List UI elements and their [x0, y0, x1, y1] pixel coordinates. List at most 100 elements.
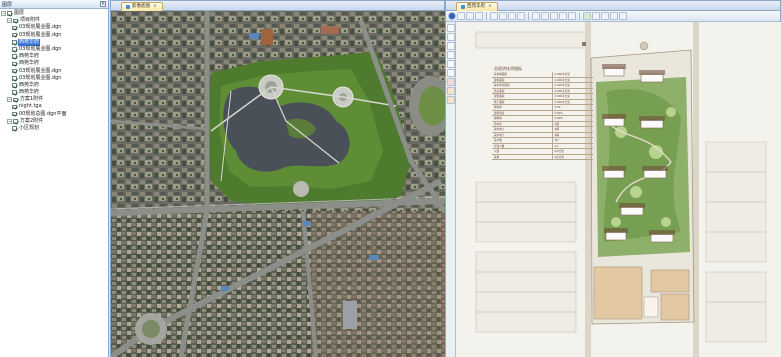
pointer-icon[interactable]	[446, 24, 455, 32]
tree-item[interactable]: 03规划展业图.dgn	[1, 75, 108, 82]
tab-imagery-label: 影像底图	[132, 4, 150, 9]
tree-item[interactable]: − 方案1附件	[1, 96, 108, 103]
zoom-in-icon[interactable]	[490, 12, 498, 20]
zoom-window-icon[interactable]	[508, 12, 516, 20]
tree-item[interactable]: 00规划总图.dgn平面	[1, 111, 108, 118]
indicator-name: 公建	[492, 149, 553, 154]
select-icon[interactable]	[550, 12, 558, 20]
tree-item[interactable]: 03规划展业图.dgn	[1, 24, 108, 31]
tree-item[interactable]: 西苑华府	[1, 60, 108, 67]
table-row: 其他 0平方米	[492, 154, 593, 160]
layer-checkbox[interactable]	[12, 25, 17, 31]
indicator-value: 0.00%	[554, 117, 563, 120]
toolbar-separator	[486, 12, 487, 20]
marker-icon[interactable]	[446, 87, 455, 95]
indicator-value: 0.00%	[554, 111, 563, 115]
tree-item[interactable]: 03规划展业图.dgn	[1, 68, 108, 75]
layer-checkbox[interactable]	[12, 68, 17, 74]
indicator-name: 容积率	[492, 105, 553, 110]
indicator-value: 0平方米	[554, 155, 565, 159]
save-icon[interactable]	[457, 12, 465, 20]
delete-icon[interactable]	[446, 78, 455, 86]
indicator-name: 其他	[492, 154, 553, 159]
plan-window: 西苑华府 × 总经济技术指标 总用地面积 0.000平方米 建筑面积 0.000…	[445, 0, 781, 357]
expander-icon[interactable]: −	[7, 97, 12, 103]
tree-item-label: 03规划展业图.dgn	[19, 24, 62, 31]
layer-checkbox[interactable]	[12, 104, 17, 110]
layer-checkbox[interactable]	[12, 61, 17, 67]
layer-checkbox[interactable]	[12, 32, 17, 38]
layer-checkbox[interactable]	[12, 54, 17, 59]
tree-item[interactable]: − 方案2附件	[1, 118, 108, 125]
toolbar-separator	[528, 12, 529, 20]
layer-checkbox[interactable]	[12, 76, 17, 81]
tree-item-label: night.tga	[19, 103, 42, 110]
tree-item[interactable]: − 图层	[1, 10, 108, 17]
flag-icon[interactable]	[446, 96, 455, 104]
full-extent-icon[interactable]	[517, 12, 525, 20]
layer-icon[interactable]	[568, 12, 576, 20]
text-icon[interactable]	[446, 60, 455, 68]
line-icon[interactable]	[446, 42, 455, 50]
pan-icon[interactable]	[583, 12, 591, 20]
site-plan-canvas[interactable]: 总经济技术指标 总用地面积 0.000平方米 建筑面积 0.000平方米 其中住宅面积 0…	[456, 22, 781, 357]
imagery-window: 影像底图 ×	[110, 0, 445, 357]
vertical-toolbar	[446, 22, 456, 357]
indicator-value: 0.000平方米	[554, 95, 570, 98]
indicator-value: 0户	[554, 139, 559, 142]
layer-checkbox[interactable]	[13, 18, 18, 24]
tree-item[interactable]: 西苑华府	[1, 82, 108, 89]
indicator-value: 0平方米	[554, 150, 565, 153]
close-icon[interactable]: ×	[100, 1, 106, 7]
layer-panel: 图层 × − 图层 − 项目附件 03规划展业图.dgn 03规划展业图.dgn 西苑华府 0…	[0, 0, 109, 357]
expander-icon[interactable]: −	[7, 18, 12, 24]
tree-item[interactable]: night.tga	[1, 103, 108, 110]
layer-tree: − 图层 − 项目附件 03规划展业图.dgn 03规划展业图.dgn 西苑华府 03规划展业…	[0, 9, 108, 132]
indicator-name: 建筑面积	[492, 77, 553, 82]
expander-icon[interactable]: −	[1, 11, 6, 17]
tree-item-label: 方案2附件	[20, 117, 44, 124]
tab-imagery[interactable]: 影像底图 ×	[121, 2, 163, 11]
tree-item[interactable]: 西苑华府	[1, 53, 108, 60]
indicator-value: 0.00	[554, 106, 561, 109]
refresh-icon[interactable]	[601, 12, 609, 20]
imagery-tabstrip: 影像底图 ×	[111, 1, 444, 11]
layer-checkbox[interactable]	[7, 11, 12, 16]
tree-item-label: 00规划总图.dgn平面	[19, 110, 67, 117]
tree-item[interactable]: 03规划展业图.dgn	[1, 46, 108, 53]
layer-checkbox[interactable]	[12, 47, 17, 52]
polygon-icon[interactable]	[446, 51, 455, 59]
layer-checkbox[interactable]	[12, 40, 17, 45]
tree-item[interactable]: 西苑华府	[1, 89, 108, 96]
layer-checkbox[interactable]	[12, 83, 17, 88]
tab-close-icon[interactable]: ×	[488, 3, 492, 11]
point-icon[interactable]	[446, 33, 455, 41]
print-icon[interactable]	[466, 12, 474, 20]
tree-item[interactable]: 03规划展业图.dgn	[1, 32, 108, 39]
copy-icon[interactable]	[475, 12, 483, 20]
layer-checkbox[interactable]	[12, 111, 17, 117]
export-icon[interactable]	[619, 12, 627, 20]
hand-icon[interactable]	[592, 12, 600, 20]
tab-plan[interactable]: 西苑华府 ×	[456, 2, 498, 11]
tree-item-label: 西苑华府	[19, 81, 40, 88]
zoom-out-icon[interactable]	[499, 12, 507, 20]
indicator-value: 0.000平方米	[554, 73, 570, 76]
area-icon[interactable]	[541, 12, 549, 20]
identify-icon[interactable]	[559, 12, 567, 20]
measure-icon[interactable]	[532, 12, 540, 20]
layer-checkbox[interactable]	[13, 119, 18, 124]
tree-item[interactable]: 小区规划	[1, 125, 108, 132]
aerial-map-canvas[interactable]	[111, 11, 445, 357]
layer-checkbox[interactable]	[12, 126, 17, 131]
tab-close-icon[interactable]: ×	[153, 3, 157, 11]
expander-icon[interactable]: −	[7, 118, 12, 124]
layer-checkbox[interactable]	[13, 97, 18, 103]
edit-icon[interactable]	[446, 69, 455, 77]
overview-icon[interactable]	[610, 12, 618, 20]
info-icon[interactable]	[448, 12, 456, 20]
tree-item[interactable]: 西苑华府	[1, 38, 108, 46]
layer-checkbox[interactable]	[12, 90, 17, 95]
indicator-name: 总用地面积	[492, 72, 553, 77]
tree-item-label: 西苑华府	[19, 60, 40, 67]
